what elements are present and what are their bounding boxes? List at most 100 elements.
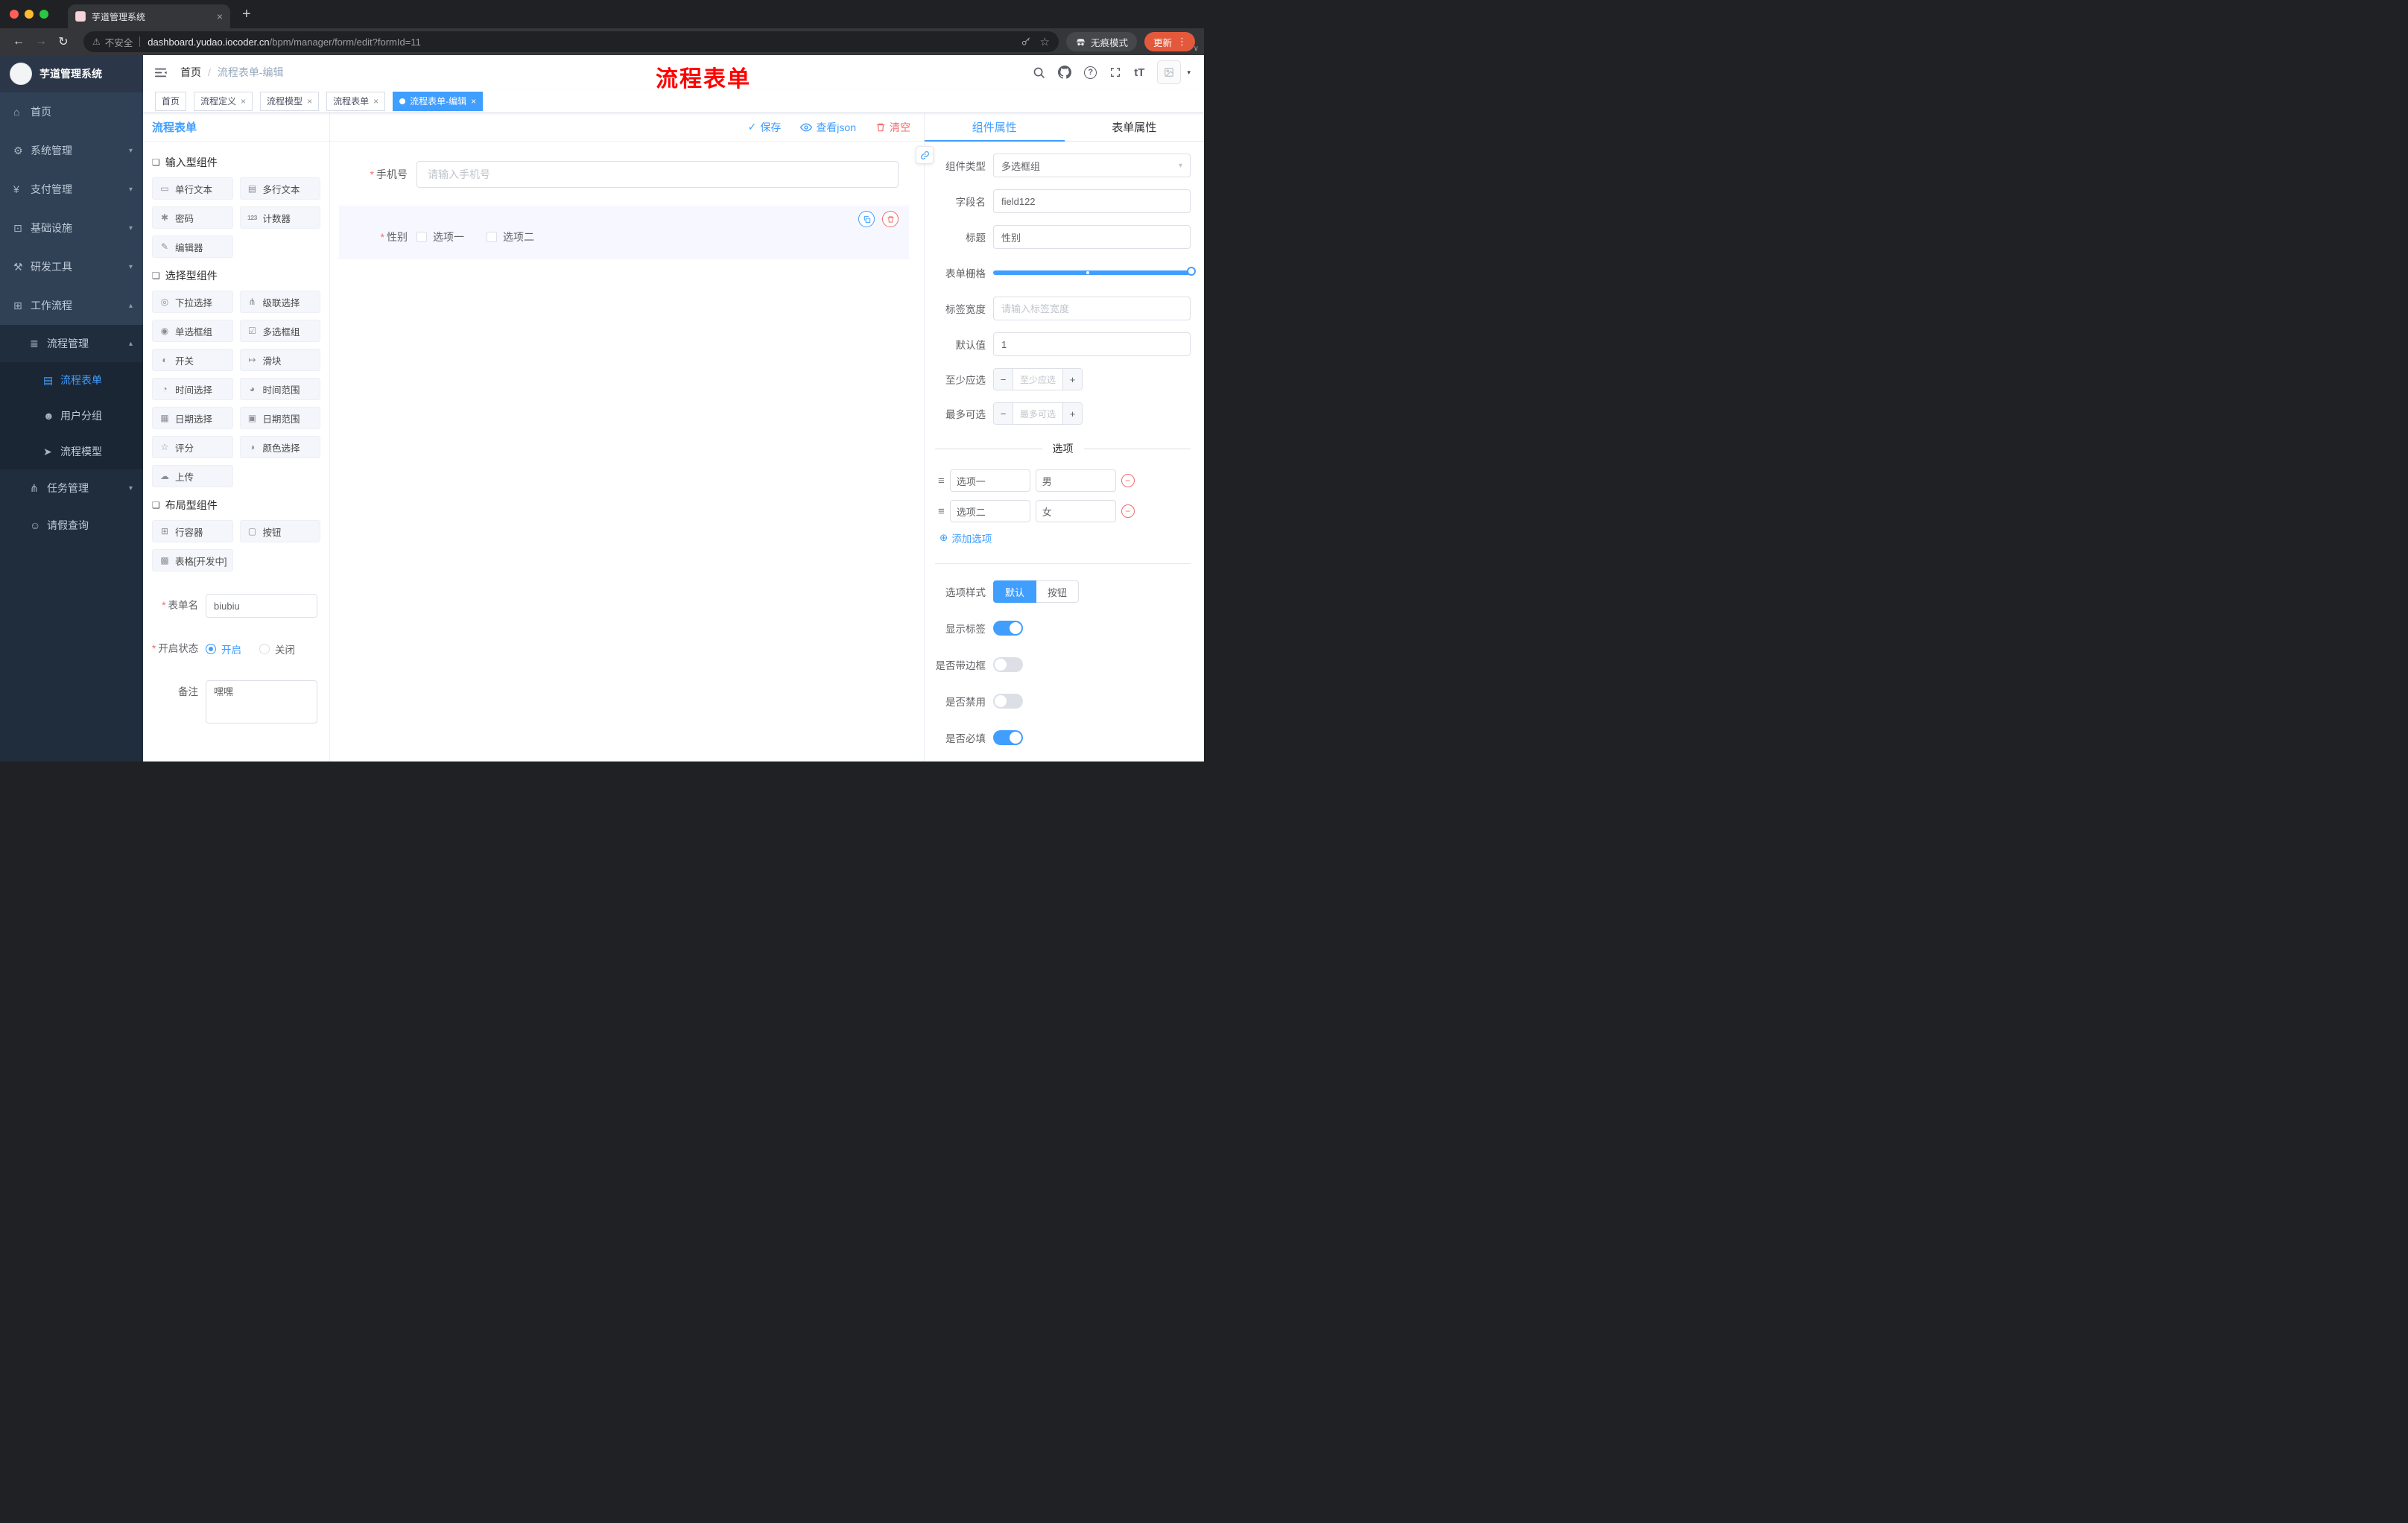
- sidebar-item-workflow[interactable]: ⊞ 工作流程 ▴: [0, 286, 143, 325]
- option-value-input[interactable]: [1035, 500, 1116, 522]
- palette-item-radio-group[interactable]: ◉ 单选框组: [152, 320, 233, 342]
- phone-input[interactable]: [416, 161, 899, 188]
- palette-item-rate[interactable]: ☆ 评分: [152, 436, 233, 458]
- toolbar-chevron-icon[interactable]: ∨: [1194, 45, 1199, 53]
- close-icon[interactable]: ×: [373, 96, 378, 107]
- option-value-input[interactable]: [1035, 469, 1116, 492]
- palette-item-time-range[interactable]: ◕ 时间范围: [239, 378, 320, 400]
- checkbox-option-1[interactable]: 选项一: [416, 229, 464, 244]
- palette-item-date-range[interactable]: ▣ 日期范围: [239, 407, 320, 429]
- fullscreen-icon[interactable]: [1109, 66, 1121, 78]
- palette-item-checkbox-group[interactable]: ☑ 多选框组: [239, 320, 320, 342]
- increase-button[interactable]: +: [1062, 369, 1082, 390]
- palette-item-switch[interactable]: ◐ 开关: [152, 349, 233, 371]
- palette-item-multi-line-text[interactable]: ▤ 多行文本: [239, 177, 320, 200]
- new-tab-button[interactable]: +: [242, 6, 251, 23]
- form-name-input[interactable]: [206, 594, 317, 618]
- option-label-input[interactable]: [949, 469, 1030, 492]
- radio-open[interactable]: 开启: [206, 642, 241, 656]
- disabled-switch[interactable]: [993, 694, 1023, 709]
- palette-item-upload[interactable]: ☁ 上传: [152, 465, 233, 487]
- form-remark-textarea[interactable]: 嘿嘿: [206, 680, 317, 723]
- copy-widget-button[interactable]: [858, 211, 875, 227]
- link-icon[interactable]: [916, 146, 934, 164]
- tab-component-props[interactable]: 组件属性: [925, 113, 1065, 142]
- title-input[interactable]: [993, 225, 1191, 249]
- canvas-field-gender-selected[interactable]: 性别 选项一 选项二: [339, 206, 909, 259]
- required-switch[interactable]: [993, 730, 1023, 745]
- tagsview-tab-process-definition[interactable]: 流程定义 ×: [194, 91, 253, 111]
- sidebar-item-user-groups[interactable]: ☻ 用户分组: [0, 398, 143, 434]
- save-button[interactable]: ✓ 保存: [748, 120, 782, 135]
- checkbox-option-2[interactable]: 选项二: [487, 229, 534, 244]
- palette-item-date-picker[interactable]: ▦ 日期选择: [152, 407, 233, 429]
- style-button-button[interactable]: 按钮: [1036, 580, 1080, 603]
- close-icon[interactable]: ×: [307, 96, 312, 107]
- sidebar-item-payment-management[interactable]: ¥ 支付管理 ▾: [0, 170, 143, 209]
- drag-handle-icon[interactable]: ≡: [938, 475, 945, 487]
- window-minimize-button[interactable]: [25, 10, 34, 19]
- help-icon[interactable]: ?: [1084, 66, 1097, 79]
- delete-widget-button[interactable]: [882, 211, 899, 227]
- tagsview-tab-process-form-edit[interactable]: 流程表单-编辑 ×: [393, 91, 484, 111]
- tagsview-tab-process-form[interactable]: 流程表单 ×: [326, 91, 386, 111]
- sidebar-item-system-management[interactable]: ⚙ 系统管理 ▾: [0, 131, 143, 170]
- palette-item-cascader[interactable]: ⋔ 级联选择: [239, 291, 320, 313]
- view-json-button[interactable]: 查看json: [800, 120, 856, 135]
- search-icon[interactable]: [1033, 66, 1045, 79]
- breadcrumb-home[interactable]: 首页: [180, 65, 201, 80]
- increase-button[interactable]: +: [1062, 403, 1082, 424]
- show-label-switch[interactable]: [993, 621, 1023, 636]
- user-avatar[interactable]: [1157, 60, 1182, 84]
- decrease-button[interactable]: −: [994, 369, 1013, 390]
- palette-item-button[interactable]: ▢ 按钮: [239, 520, 320, 542]
- palette-item-single-line-text[interactable]: ▭ 单行文本: [152, 177, 233, 200]
- sidebar-item-home[interactable]: ⌂ 首页: [0, 92, 143, 131]
- browser-update-button[interactable]: 更新 ⋮: [1144, 32, 1195, 51]
- palette-item-slider[interactable]: ↦ 滑块: [239, 349, 320, 371]
- tab-form-props[interactable]: 表单属性: [1065, 113, 1205, 141]
- palette-item-password[interactable]: ✱ 密码: [152, 206, 233, 229]
- sidebar-item-dev-tools[interactable]: ⚒ 研发工具 ▾: [0, 247, 143, 286]
- palette-item-counter[interactable]: 123 计数器: [239, 206, 320, 229]
- stepper-value[interactable]: 最多可选: [1013, 403, 1062, 424]
- window-close-button[interactable]: [10, 10, 19, 19]
- palette-item-editor[interactable]: ✎ 编辑器: [152, 235, 233, 258]
- sidebar-item-process-management[interactable]: ≣ 流程管理 ▴: [0, 325, 143, 362]
- drag-handle-icon[interactable]: ≡: [938, 505, 945, 518]
- label-width-input[interactable]: [993, 297, 1191, 320]
- slider-handle[interactable]: [1187, 267, 1196, 276]
- tagsview-tab-home[interactable]: 首页: [155, 91, 187, 111]
- window-zoom-button[interactable]: [39, 10, 48, 19]
- component-type-select[interactable]: 多选框组 ▾: [993, 153, 1191, 177]
- stepper-value[interactable]: 至少应选: [1013, 369, 1062, 390]
- forward-button[interactable]: →: [31, 35, 51, 48]
- grid-slider[interactable]: [993, 261, 1196, 285]
- avatar-caret-icon[interactable]: ▾: [1187, 69, 1191, 77]
- clear-button[interactable]: 清空: [875, 120, 910, 135]
- remove-option-button[interactable]: −: [1121, 504, 1135, 518]
- tagsview-tab-process-model[interactable]: 流程模型 ×: [260, 91, 320, 111]
- palette-item-time-picker[interactable]: ◔ 时间选择: [152, 378, 233, 400]
- palette-item-color-picker[interactable]: ◑ 颜色选择: [239, 436, 320, 458]
- radio-closed[interactable]: 关闭: [259, 642, 295, 656]
- palette-item-row-container[interactable]: ⊞ 行容器: [152, 520, 233, 542]
- option-label-input[interactable]: [949, 500, 1030, 522]
- sidebar-item-task-management[interactable]: ⋔ 任务管理 ▾: [0, 469, 143, 507]
- back-button[interactable]: ←: [9, 35, 28, 48]
- palette-item-select[interactable]: ◎ 下拉选择: [152, 291, 233, 313]
- sidebar-collapse-icon[interactable]: [153, 66, 168, 80]
- tab-close-icon[interactable]: ×: [217, 10, 223, 22]
- field-name-input[interactable]: [993, 189, 1191, 213]
- remove-option-button[interactable]: −: [1121, 474, 1135, 487]
- sidebar-item-process-form[interactable]: ▤ 流程表单: [0, 362, 143, 398]
- bookmark-star-icon[interactable]: ☆: [1040, 35, 1050, 48]
- sidebar-item-process-model[interactable]: ➤ 流程模型: [0, 434, 143, 469]
- sidebar-item-leave-query[interactable]: ☺ 请假查询: [0, 507, 143, 544]
- reload-button[interactable]: ↻: [54, 34, 73, 49]
- browser-menu-icon[interactable]: ⋮: [1172, 36, 1192, 48]
- close-icon[interactable]: ×: [241, 96, 246, 107]
- add-option-link[interactable]: ⊕ 添加选项: [940, 531, 1191, 545]
- palette-item-table[interactable]: ▩ 表格[开发中]: [152, 549, 233, 571]
- font-size-icon[interactable]: tT: [1134, 66, 1144, 79]
